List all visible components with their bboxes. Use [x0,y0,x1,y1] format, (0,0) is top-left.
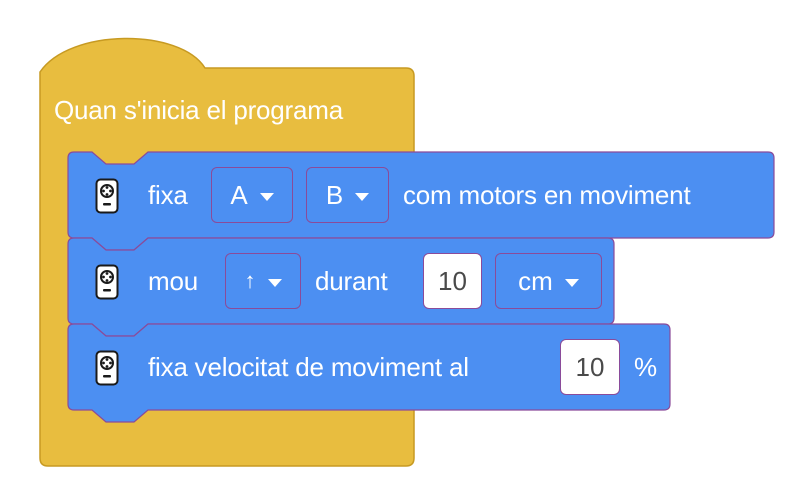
motor-right-value: B [325,179,344,210]
hat-label: Quan s'inicia el programa [54,95,343,125]
motor-left-dropdown[interactable]: A [211,167,293,223]
distance-input[interactable]: 10 [423,253,482,309]
block1-label-fixa: fixa [148,180,188,210]
motor-right-dropdown[interactable]: B [306,167,389,223]
direction-value: ↑ [244,268,256,293]
motor-left-value: A [230,179,248,210]
block1-label-post: com motors en moviment [403,180,691,210]
drivetrain-hub-icon [95,264,119,300]
speed-input[interactable]: 10 [560,339,620,395]
percent-label: % [634,352,657,382]
block3-label: fixa velocitat de moviment al [148,352,469,382]
block-canvas [39,37,775,467]
drivetrain-hub-icon [95,178,119,214]
direction-dropdown[interactable]: ↑ [225,253,301,309]
unit-dropdown[interactable]: cm [495,253,602,309]
chevron-down-icon [259,192,274,201]
chevron-down-icon [267,278,282,287]
chevron-down-icon [564,278,579,287]
chevron-down-icon [355,192,370,201]
unit-value: cm [518,265,553,296]
block2-label-mou: mou [148,266,198,296]
drivetrain-hub-icon [95,350,119,386]
block2-label-durant: durant [315,266,388,296]
